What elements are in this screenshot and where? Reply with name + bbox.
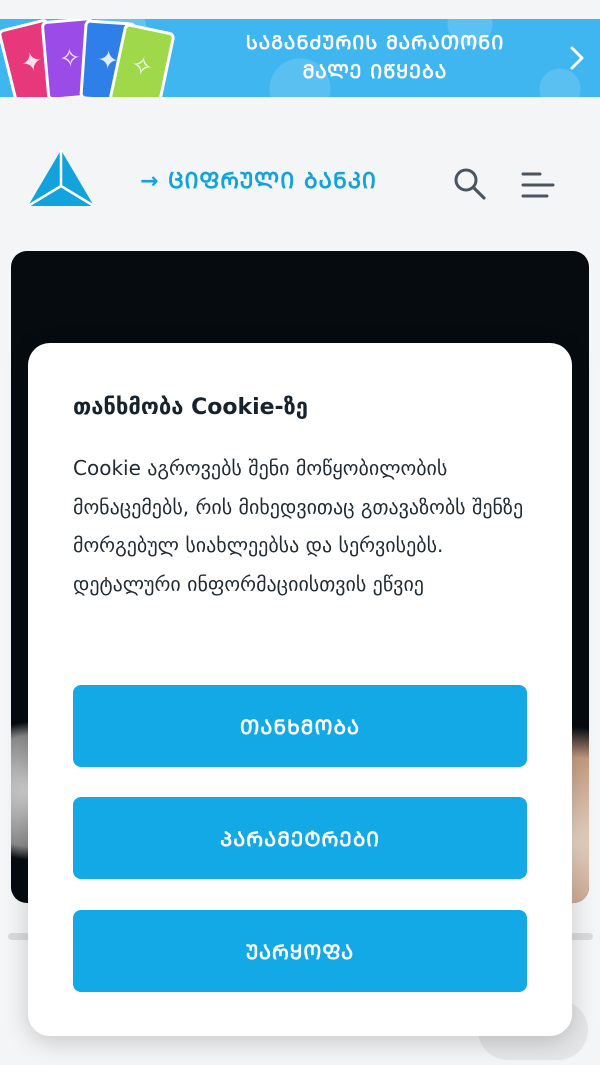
promo-line-1: ᲡᲐᲒᲐᲜᲫᲣᲠᲘᲡ ᲛᲐᲠᲐᲗᲝᲜᲘ — [245, 32, 505, 54]
site-header: → ᲪᲘᲤᲠᲣᲚᲘ ᲑᲐᲜᲙᲘ — [0, 118, 600, 238]
promo-line-2: ᲛᲐᲚᲔ ᲘᲬᲧᲔᲑᲐ — [302, 61, 448, 83]
reject-cookies-button[interactable]: ᲣᲐᲠᲧᲝᲤᲐ — [73, 910, 527, 992]
accept-cookies-button[interactable]: ᲗᲐᲜᲮᲛᲝᲑᲐ — [73, 685, 527, 767]
hamburger-menu-icon[interactable] — [520, 170, 556, 200]
cookie-consent-dialog: თანხმობა Cookie-ზე Cookie აგროვებს შენი … — [28, 343, 572, 1036]
promo-banner[interactable]: ✦ ✧ ✦ ✧ ᲡᲐᲒᲐᲜᲫᲣᲠᲘᲡ ᲛᲐᲠᲐᲗᲝᲜᲘ ᲛᲐᲚᲔ ᲘᲬᲧᲔᲑᲐ — [0, 19, 600, 97]
digital-bank-link[interactable]: → ᲪᲘᲤᲠᲣᲚᲘ ᲑᲐᲜᲙᲘ — [140, 166, 377, 195]
promo-cards-illustration: ✦ ✧ ✦ ✧ — [0, 19, 176, 97]
search-icon[interactable] — [452, 166, 488, 202]
cookie-dialog-title: თანხმობა Cookie-ზე — [73, 395, 308, 420]
chevron-right-icon[interactable] — [566, 45, 588, 71]
bank-logo-icon[interactable] — [26, 148, 96, 210]
cookie-dialog-text: Cookie აგროვებს შენი მოწყობილობის მონაცე… — [73, 456, 524, 596]
cookie-settings-button[interactable]: ᲞᲐᲠᲐᲛᲔᲢᲠᲔᲑᲘ — [73, 797, 527, 879]
promo-text: ᲡᲐᲒᲐᲜᲫᲣᲠᲘᲡ ᲛᲐᲠᲐᲗᲝᲜᲘ ᲛᲐᲚᲔ ᲘᲬᲧᲔᲑᲐ — [205, 29, 545, 87]
